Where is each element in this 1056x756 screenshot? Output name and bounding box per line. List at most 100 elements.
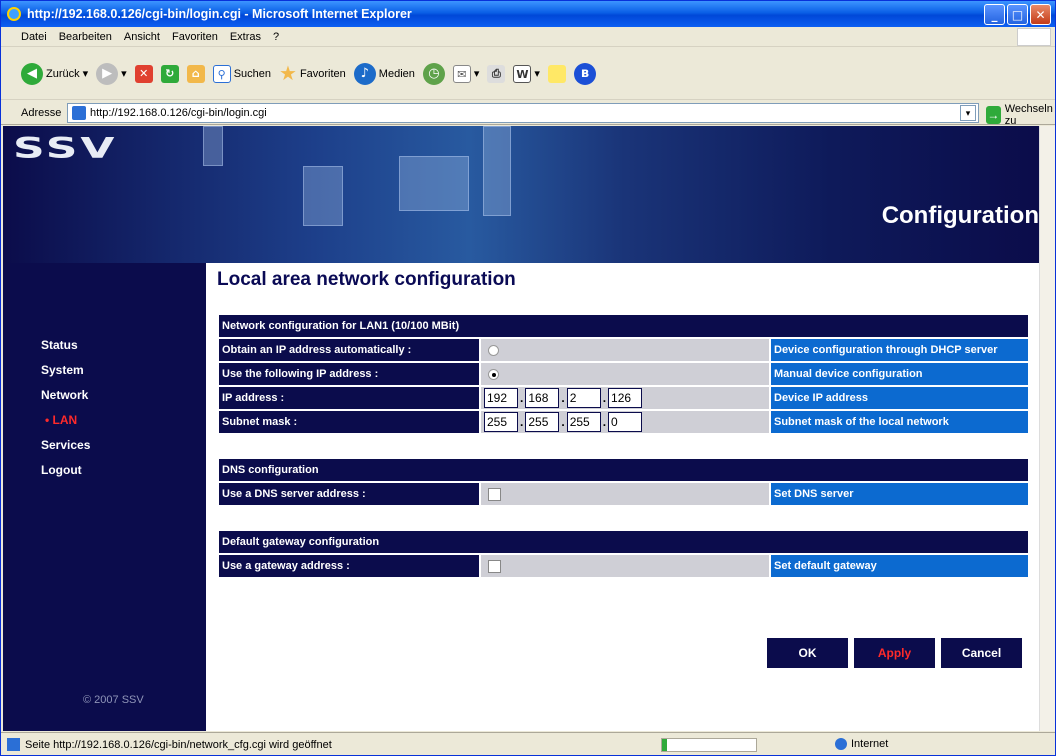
stop-button[interactable]: ✕: [134, 61, 153, 87]
bluetooth-button[interactable]: ʙ: [573, 61, 596, 87]
bluetooth-icon: ʙ: [573, 62, 596, 85]
menu-datei[interactable]: Datei: [21, 31, 47, 43]
menu-ansicht[interactable]: Ansicht: [124, 31, 160, 43]
close-button[interactable]: ✕: [1030, 4, 1051, 25]
nav-lan[interactable]: • LAN: [41, 413, 90, 438]
ok-button[interactable]: OK: [767, 638, 848, 668]
minimize-button[interactable]: _: [984, 4, 1005, 25]
forward-button[interactable]: ▶ ▾: [96, 61, 127, 87]
page-icon: [72, 106, 86, 120]
maximize-button[interactable]: □: [1007, 4, 1028, 25]
main-panel: Local area network configuration Network…: [217, 266, 1033, 579]
banner-graphic: [203, 126, 223, 166]
menu-bar: Datei Bearbeiten Ansicht Favoriten Extra…: [1, 27, 1055, 47]
back-arrow-icon: ◀: [21, 62, 43, 85]
media-button[interactable]: ♪ Medien: [353, 61, 415, 87]
menu-help[interactable]: ?: [273, 31, 279, 43]
security-zone: Internet: [835, 738, 888, 750]
static-ip-radio[interactable]: [488, 368, 499, 380]
dropdown-arrow-icon: ▾: [473, 68, 480, 80]
gateway-config-table: Default gateway configuration Use a gate…: [217, 529, 1030, 579]
search-button[interactable]: ⚲ Suchen: [212, 61, 271, 87]
mask-octet-4[interactable]: [608, 412, 643, 432]
subnet-mask-label: Subnet mask :: [219, 411, 479, 433]
static-ip-label: Use the following IP address :: [219, 363, 479, 385]
copyright: © 2007 SSV: [83, 694, 144, 706]
dhcp-radio[interactable]: [488, 344, 499, 356]
mail-icon: ✉: [452, 64, 471, 83]
nav-services[interactable]: Services: [41, 438, 90, 463]
mask-dot: .: [602, 415, 607, 429]
mail-button[interactable]: ✉ ▾: [452, 61, 480, 87]
nav-status[interactable]: Status: [41, 338, 90, 363]
mask-octet-3[interactable]: [566, 412, 601, 432]
page-content: SSV Configuration Status System Network …: [3, 126, 1039, 731]
dns-checkbox[interactable]: [488, 487, 501, 501]
banner-graphic: [303, 166, 343, 226]
dropdown-arrow-icon: ▾: [121, 68, 127, 80]
page-title: Local area network configuration: [217, 269, 516, 290]
edit-button[interactable]: W ▾: [513, 61, 540, 87]
ip-octet-3[interactable]: [566, 388, 601, 408]
mask-octet-1[interactable]: [484, 412, 518, 432]
nav-network[interactable]: Network: [41, 388, 90, 413]
ip-octet-1[interactable]: [484, 388, 518, 408]
address-dropdown-icon[interactable]: ▾: [960, 105, 976, 121]
dhcp-desc: Device configuration through DHCP server: [771, 339, 1028, 361]
notes-icon: [547, 64, 566, 83]
nav-logout[interactable]: Logout: [41, 463, 90, 488]
nav-system[interactable]: System: [41, 363, 90, 388]
ip-address-field: . . .: [484, 388, 643, 408]
globe-icon: [835, 738, 847, 750]
menu-bearbeiten[interactable]: Bearbeiten: [59, 31, 112, 43]
ip-address-desc: Device IP address: [771, 387, 1028, 409]
gateway-checkbox[interactable]: [488, 559, 501, 573]
ssv-logo: SSV: [13, 132, 118, 166]
refresh-button[interactable]: ↻: [160, 61, 179, 87]
zone-label: Internet: [851, 738, 889, 750]
window-title: http://192.168.0.126/cgi-bin/login.cgi -…: [27, 7, 412, 21]
go-button[interactable]: → Wechseln zu: [986, 103, 1055, 127]
notes-button[interactable]: [547, 61, 566, 87]
back-label: Zurück: [46, 67, 80, 80]
ie-icon: [7, 7, 21, 21]
stop-icon: ✕: [134, 64, 153, 83]
menu-extras[interactable]: Extras: [230, 31, 261, 43]
gateway-config-header: Default gateway configuration: [219, 531, 1028, 553]
status-bar: Seite http://192.168.0.126/cgi-bin/netwo…: [1, 732, 1055, 755]
go-label: Wechseln zu: [1004, 103, 1053, 127]
browser-window: http://192.168.0.126/cgi-bin/login.cgi -…: [0, 0, 1056, 756]
media-label: Medien: [378, 67, 415, 80]
mask-dot: .: [520, 415, 524, 429]
address-input[interactable]: http://192.168.0.126/cgi-bin/login.cgi ▾: [67, 103, 979, 123]
title-bar[interactable]: http://192.168.0.126/cgi-bin/login.cgi -…: [1, 1, 1055, 27]
dns-config-header: DNS configuration: [219, 459, 1028, 481]
history-icon: ◷: [422, 62, 445, 85]
ip-octet-4[interactable]: [608, 388, 643, 408]
ip-octet-2[interactable]: [525, 388, 560, 408]
word-edit-icon: W: [513, 64, 532, 83]
lan-config-table: Network configuration for LAN1 (10/100 M…: [217, 313, 1030, 435]
vertical-scrollbar[interactable]: [1039, 126, 1055, 731]
cancel-button[interactable]: Cancel: [941, 638, 1022, 668]
address-bar: Adresse http://192.168.0.126/cgi-bin/log…: [1, 101, 1055, 127]
apply-button[interactable]: Apply: [854, 638, 935, 668]
go-arrow-icon: →: [986, 106, 1001, 124]
menu-favoriten[interactable]: Favoriten: [172, 31, 218, 43]
ip-dot: .: [602, 391, 607, 405]
back-button[interactable]: ◀ Zurück ▾: [21, 61, 88, 87]
search-label: Suchen: [233, 67, 271, 80]
banner-graphic: [399, 156, 469, 211]
home-button[interactable]: ⌂: [186, 61, 205, 87]
subnet-mask-field: . . .: [484, 412, 643, 432]
home-icon: ⌂: [186, 64, 205, 83]
print-button[interactable]: ⎙: [487, 61, 506, 87]
minimize-icon: _: [991, 7, 998, 22]
gateway-label: Use a gateway address :: [219, 555, 479, 577]
media-icon: ♪: [353, 62, 376, 85]
favorites-button[interactable]: ★ Favoriten: [279, 61, 346, 87]
history-button[interactable]: ◷: [422, 61, 445, 87]
ip-dot: .: [520, 391, 524, 405]
gateway-desc: Set default gateway: [771, 555, 1028, 577]
mask-octet-2[interactable]: [525, 412, 560, 432]
